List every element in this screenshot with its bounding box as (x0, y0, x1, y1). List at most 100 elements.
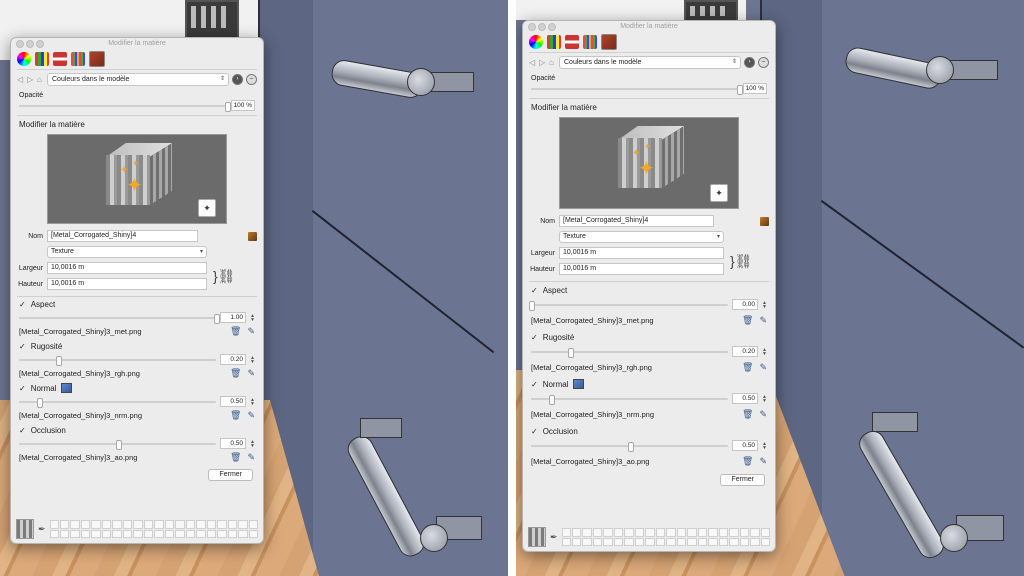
map-slider[interactable] (531, 441, 728, 452)
details-icon[interactable]: › (744, 56, 755, 68)
map-value[interactable]: 0.50 (220, 396, 246, 407)
map-slider[interactable] (19, 355, 216, 366)
zoom-window-icon[interactable] (36, 40, 44, 48)
stepper-icon[interactable]: ▲ ▼ (762, 347, 767, 356)
width-field[interactable]: 10,0016 m (559, 247, 724, 259)
zoom-window-icon[interactable] (548, 23, 556, 31)
color-sliders-icon[interactable] (35, 52, 49, 66)
edit-icon[interactable]: ✎ (247, 452, 255, 463)
swatch-grid[interactable] (49, 520, 258, 538)
texture-select[interactable]: Texture ▾ (559, 231, 724, 243)
edit-icon[interactable]: ✎ (759, 362, 767, 373)
trash-icon[interactable]: 🗑 (742, 315, 753, 326)
material-brick-icon[interactable] (601, 34, 617, 50)
current-material-swatch[interactable] (16, 519, 34, 539)
map-title[interactable]: ✓ Rugosité (523, 329, 775, 345)
crayons-icon[interactable] (583, 35, 597, 49)
close-window-icon[interactable] (16, 40, 24, 48)
edit-icon[interactable]: ✎ (247, 368, 255, 379)
opacity-value[interactable]: 100 % (743, 83, 767, 94)
more-icon[interactable]: – (246, 73, 257, 85)
map-value[interactable]: 1.00 (220, 312, 246, 323)
trash-icon[interactable]: 🗑 (230, 368, 241, 379)
map-value[interactable]: 0.50 (732, 440, 758, 451)
map-value[interactable]: 0.20 (220, 354, 246, 365)
map-title[interactable]: ✓ Normal (523, 376, 775, 392)
map-title[interactable]: ✓ Normal (11, 381, 263, 395)
close-window-icon[interactable] (528, 23, 536, 31)
stepper-icon[interactable]: ▲ ▼ (762, 394, 767, 403)
map-value[interactable]: 0.50 (220, 438, 246, 449)
stepper-icon[interactable]: ▲ ▼ (250, 439, 255, 448)
sample-paint-icon[interactable] (248, 231, 257, 241)
map-title[interactable]: ✓ Aspect (523, 282, 775, 298)
color-wheel-icon[interactable] (529, 35, 543, 49)
forward-arrow-icon[interactable]: ▷ (27, 75, 34, 84)
map-title[interactable]: ✓ Aspect (11, 297, 263, 311)
map-slider[interactable] (531, 347, 728, 358)
minimize-window-icon[interactable] (538, 23, 546, 31)
stepper-icon[interactable]: ▲ ▼ (250, 397, 255, 406)
opacity-value[interactable]: 100 % (231, 100, 255, 111)
home-icon[interactable]: ⌂ (37, 75, 44, 84)
map-slider[interactable] (531, 394, 728, 405)
back-arrow-icon[interactable]: ◁ (17, 75, 24, 84)
edit-icon[interactable]: ✎ (247, 326, 255, 337)
texture-select[interactable]: Texture ▾ (47, 246, 207, 258)
link-aspect-icon[interactable]: }⛓ (730, 254, 752, 268)
preview-sparkle-button[interactable]: ✦ (198, 199, 216, 217)
trash-icon[interactable]: 🗑 (742, 362, 753, 373)
color-wheel-icon[interactable] (17, 52, 31, 66)
height-field[interactable]: 10,0016 m (559, 263, 724, 275)
link-aspect-icon[interactable]: }⛓ (213, 269, 235, 283)
map-slider[interactable] (19, 397, 216, 408)
map-title[interactable]: ✓ Occlusion (523, 423, 775, 439)
edit-icon[interactable]: ✎ (247, 410, 255, 421)
name-field[interactable]: [Metal_Corrogated_Shiny]4 (47, 230, 198, 242)
stepper-icon[interactable]: ▲ ▼ (762, 300, 767, 309)
map-slider[interactable] (529, 300, 728, 311)
back-arrow-icon[interactable]: ◁ (529, 58, 536, 67)
map-slider[interactable] (19, 439, 216, 450)
map-value[interactable]: 0.00 (732, 299, 758, 310)
opacity-slider[interactable] (19, 101, 231, 112)
name-field[interactable]: [Metal_Corrogated_Shiny]4 (559, 215, 714, 227)
more-icon[interactable]: – (758, 56, 769, 68)
current-material-swatch[interactable] (528, 527, 546, 547)
map-value[interactable]: 0.50 (732, 393, 758, 404)
opacity-slider[interactable] (531, 84, 743, 95)
close-button[interactable]: Fermer (208, 469, 253, 481)
image-palette-icon[interactable] (53, 52, 67, 66)
stepper-icon[interactable]: ▲ ▼ (762, 441, 767, 450)
crayons-icon[interactable] (71, 52, 85, 66)
color-sliders-icon[interactable] (547, 35, 561, 49)
trash-icon[interactable]: 🗑 (742, 456, 753, 467)
close-button[interactable]: Fermer (720, 474, 765, 486)
stepper-icon[interactable]: ▲ ▼ (250, 313, 255, 322)
eyedropper-icon[interactable]: ✒ (38, 524, 46, 535)
map-slider[interactable] (19, 313, 220, 324)
image-palette-icon[interactable] (565, 35, 579, 49)
map-title[interactable]: ✓ Occlusion (11, 423, 263, 437)
swatch-grid[interactable] (561, 528, 770, 546)
home-icon[interactable]: ⌂ (549, 58, 556, 67)
material-brick-icon[interactable] (89, 51, 105, 67)
trash-icon[interactable]: 🗑 (230, 326, 241, 337)
edit-icon[interactable]: ✎ (759, 456, 767, 467)
forward-arrow-icon[interactable]: ▷ (539, 58, 546, 67)
eyedropper-icon[interactable]: ✒ (550, 532, 558, 543)
edit-icon[interactable]: ✎ (759, 315, 767, 326)
width-field[interactable]: 10,0016 m (47, 262, 207, 274)
map-value[interactable]: 0.20 (732, 346, 758, 357)
trash-icon[interactable]: 🗑 (742, 409, 753, 420)
height-field[interactable]: 10,0016 m (47, 278, 207, 290)
minimize-window-icon[interactable] (26, 40, 34, 48)
trash-icon[interactable]: 🗑 (230, 410, 241, 421)
preview-sparkle-button[interactable]: ✦ (710, 184, 728, 202)
sample-paint-icon[interactable] (760, 216, 769, 226)
collection-select[interactable]: Couleurs dans le modèle ⇕ (47, 72, 229, 86)
stepper-icon[interactable]: ▲ ▼ (250, 355, 255, 364)
edit-icon[interactable]: ✎ (759, 409, 767, 420)
map-title[interactable]: ✓ Rugosité (11, 339, 263, 353)
details-icon[interactable]: › (232, 73, 243, 85)
